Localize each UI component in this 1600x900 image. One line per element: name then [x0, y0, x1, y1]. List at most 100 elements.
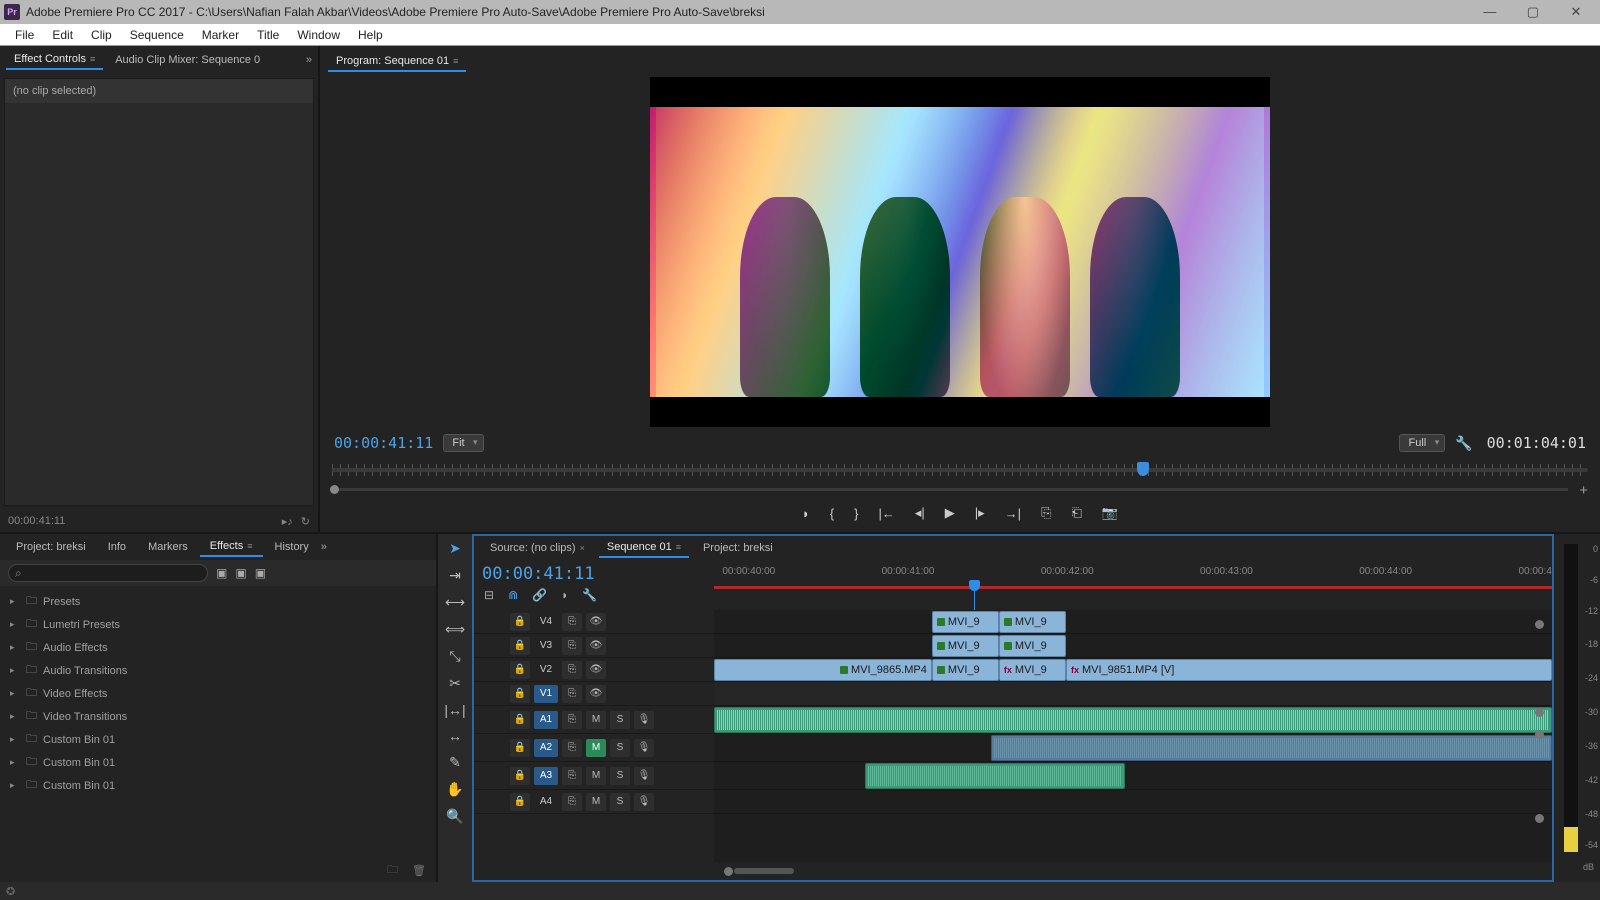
timeline-zoom-scroll[interactable]	[474, 862, 1552, 880]
zoom-handle-left[interactable]	[724, 867, 733, 876]
menu-edit[interactable]: Edit	[43, 28, 82, 42]
program-monitor-viewport[interactable]	[328, 74, 1592, 430]
mark-out-bracket-icon[interactable]: }	[854, 506, 858, 521]
settings-wrench-icon[interactable]: 🔧	[1455, 435, 1472, 452]
lock-icon[interactable]: 🔒	[510, 685, 530, 703]
play-icon[interactable]: ▶	[945, 505, 955, 521]
audio-meter[interactable]	[1564, 544, 1578, 852]
scroll-handle[interactable]	[1535, 708, 1544, 717]
clip-video[interactable]: MVI_9	[999, 611, 1066, 633]
step-back-icon[interactable]: ◂|	[915, 505, 925, 521]
slide-tool-icon[interactable]: ↔	[448, 728, 462, 744]
panel-menu-icon[interactable]: ≡	[453, 56, 458, 66]
ec-toggle-icon[interactable]: ▸♪	[282, 515, 293, 528]
track-target-a3[interactable]: A3	[534, 767, 558, 785]
toggle-track-output-icon[interactable]: 👁	[586, 685, 606, 703]
lock-icon[interactable]: 🔒	[510, 739, 530, 757]
tab-sequence[interactable]: Sequence 01 ≡	[599, 538, 689, 558]
tabs-overflow-icon[interactable]: »	[306, 54, 312, 66]
sync-lock-icon[interactable]: ⎘	[562, 767, 582, 785]
program-scrub-bar[interactable]	[328, 460, 1592, 480]
sync-lock-icon[interactable]: ⎘	[562, 711, 582, 729]
go-to-out-icon[interactable]: →|	[1005, 506, 1021, 521]
lock-icon[interactable]: 🔒	[510, 613, 530, 631]
lock-icon[interactable]: 🔒	[510, 637, 530, 655]
clip-video[interactable]: fxMVI_9851.MP4 [V]	[1066, 659, 1552, 681]
new-bin-icon[interactable]: 🗀	[387, 861, 398, 880]
solo-button[interactable]: S	[610, 793, 630, 811]
timeline-settings-icon[interactable]: 🔧	[582, 588, 597, 602]
panel-menu-icon[interactable]: ≡	[90, 54, 95, 64]
extract-icon[interactable]: ⎗	[1071, 505, 1081, 521]
voice-over-icon[interactable]: 🎙	[634, 767, 654, 785]
panel-menu-icon[interactable]: ≡	[247, 541, 252, 551]
timeline-ruler[interactable]: 00:00:40:00 00:00:41:00 00:00:42:00 00:0…	[714, 560, 1552, 608]
clip-video[interactable]: MVI_9	[932, 659, 999, 681]
track-target-a2[interactable]: A2	[534, 739, 558, 757]
program-timecode[interactable]: 00:00:41:11	[334, 434, 433, 452]
track-header-v3[interactable]: 🔒V3⎘👁	[474, 634, 714, 658]
pen-tool-icon[interactable]: ✎	[449, 754, 461, 771]
voice-over-icon[interactable]: 🎙	[634, 739, 654, 757]
solo-button[interactable]: S	[610, 739, 630, 757]
tree-item-lumetri-presets[interactable]: ▸🗀Lumetri Presets	[6, 613, 430, 636]
tree-item-presets[interactable]: ▸🗀Presets	[6, 590, 430, 613]
fx-badge-yuv-icon[interactable]: ▣	[255, 566, 266, 580]
lift-icon[interactable]: ⎘	[1041, 505, 1051, 521]
minimize-button[interactable]: —	[1470, 4, 1510, 19]
toggle-track-output-icon[interactable]: 👁	[586, 613, 606, 631]
tree-item-video-effects[interactable]: ▸🗀Video Effects	[6, 682, 430, 705]
clip-video[interactable]: fxMVI_9	[999, 659, 1066, 681]
razor-tool-icon[interactable]: ✂	[449, 675, 461, 692]
track-header-a4[interactable]: 🔒A4⎘MS🎙	[474, 790, 714, 814]
mark-in-icon[interactable]: ◗	[802, 506, 810, 521]
export-frame-icon[interactable]: 📷	[1102, 505, 1118, 521]
zoom-tool-icon[interactable]: 🔍	[446, 808, 463, 825]
step-forward-icon[interactable]: |▸	[975, 505, 985, 521]
solo-button[interactable]: S	[610, 767, 630, 785]
selection-tool-icon[interactable]: ➤	[449, 540, 461, 557]
resolution-dropdown[interactable]: Full	[1399, 434, 1445, 452]
tree-item-custom-bin[interactable]: ▸🗀Custom Bin 01	[6, 774, 430, 797]
tree-item-video-transitions[interactable]: ▸🗀Video Transitions	[6, 705, 430, 728]
zoom-fit-dropdown[interactable]: Fit	[443, 434, 483, 452]
menu-marker[interactable]: Marker	[193, 28, 248, 42]
add-marker-plus-icon[interactable]: +	[1579, 482, 1588, 499]
sync-lock-icon[interactable]: ⎘	[562, 685, 582, 703]
lock-icon[interactable]: 🔒	[510, 767, 530, 785]
track-select-tool-icon[interactable]: ⇥	[449, 567, 461, 584]
tree-item-audio-effects[interactable]: ▸🗀Audio Effects	[6, 636, 430, 659]
fx-badge-32bit-icon[interactable]: ▣	[235, 566, 246, 580]
track-header-a2[interactable]: 🔒A2⎘MS🎙	[474, 734, 714, 762]
zoom-scrollbar[interactable]	[734, 868, 794, 874]
sync-lock-icon[interactable]: ⎘	[562, 637, 582, 655]
tree-item-custom-bin[interactable]: ▸🗀Custom Bin 01	[6, 728, 430, 751]
linked-selection-icon[interactable]: 🔗	[532, 588, 547, 602]
fx-badge-accel-icon[interactable]: ▣	[216, 566, 227, 580]
delete-icon[interactable]: 🗑	[412, 864, 426, 877]
scroll-handle[interactable]	[1535, 814, 1544, 823]
voice-over-icon[interactable]: 🎙	[634, 711, 654, 729]
toggle-track-output-icon[interactable]: 👁	[586, 637, 606, 655]
menu-clip[interactable]: Clip	[82, 28, 121, 42]
clip-video[interactable]: MVI_9	[932, 611, 999, 633]
mute-button[interactable]: M	[586, 739, 606, 757]
menu-file[interactable]: File	[6, 28, 43, 42]
track-header-v2[interactable]: 🔒V2⎘👁	[474, 658, 714, 682]
scroll-handle[interactable]	[1535, 620, 1544, 629]
tab-effects[interactable]: Effects ≡	[200, 537, 263, 557]
track-header-v1[interactable]: 🔒V1⎘👁	[474, 682, 714, 706]
tree-item-custom-bin[interactable]: ▸🗀Custom Bin 01	[6, 751, 430, 774]
tabs-overflow-icon[interactable]: »	[321, 541, 327, 553]
voice-over-icon[interactable]: 🎙	[634, 793, 654, 811]
slip-tool-icon[interactable]: |↔|	[444, 702, 465, 718]
clip-audio[interactable]	[865, 763, 1125, 789]
sync-lock-icon[interactable]: ⎘	[562, 793, 582, 811]
clip-video[interactable]: MVI_9865.MP4	[714, 659, 932, 681]
clip-video[interactable]: MVI_9	[932, 635, 999, 657]
hand-tool-icon[interactable]: ✋	[446, 781, 463, 798]
ripple-edit-tool-icon[interactable]: ⟷	[445, 594, 465, 611]
mute-button[interactable]: M	[586, 767, 606, 785]
lock-icon[interactable]: 🔒	[510, 711, 530, 729]
clip-audio[interactable]	[991, 735, 1552, 761]
